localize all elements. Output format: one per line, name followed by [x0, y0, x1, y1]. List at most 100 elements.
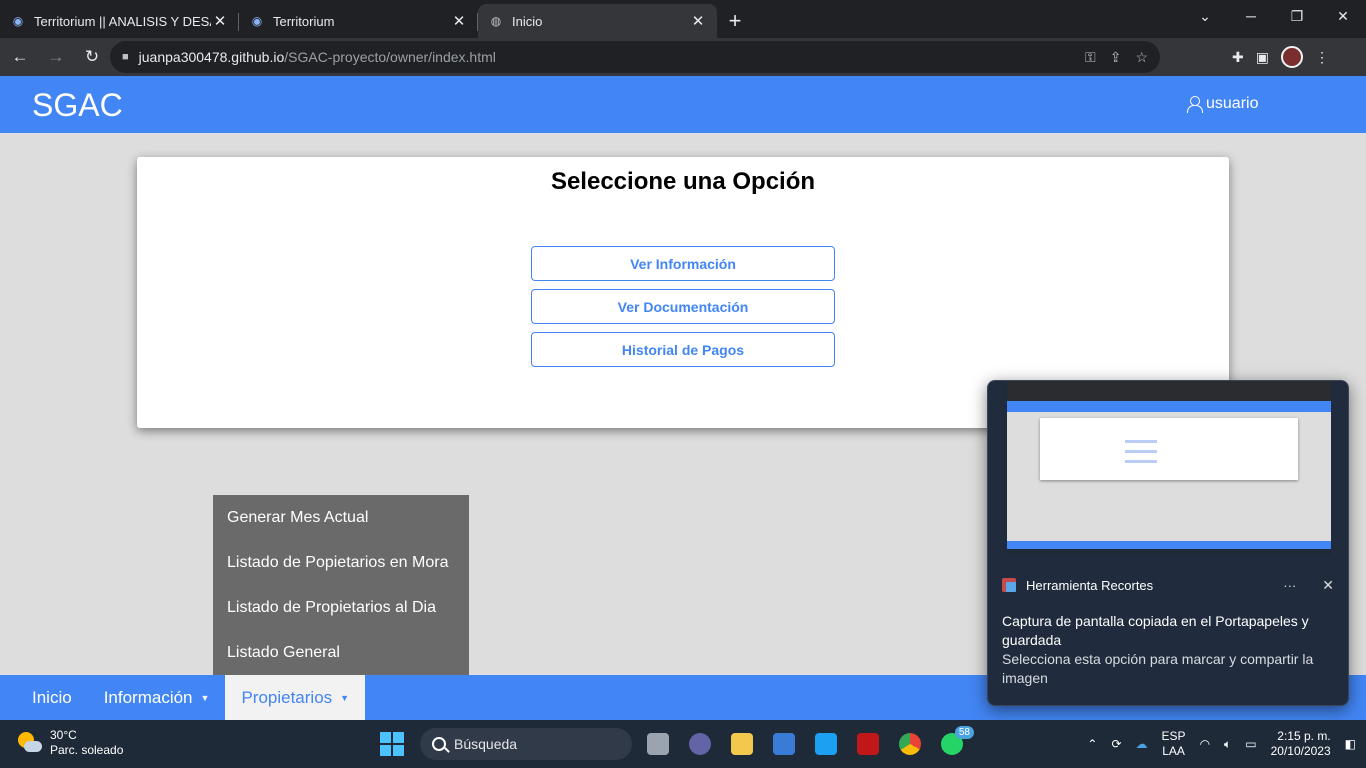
tab-territorium[interactable]: ◉ Territorium ✕ [239, 4, 478, 38]
weather-widget[interactable]: 30°C Parc. soleado [16, 728, 123, 758]
weather-icon [16, 730, 42, 756]
volume-icon[interactable]: 🔈︎ [1224, 737, 1231, 752]
store-icon[interactable] [768, 728, 800, 760]
tab-title: Inicio [512, 13, 543, 29]
more-options-icon[interactable]: ··· [1283, 578, 1296, 593]
lock-icon[interactable]: ■ [122, 51, 129, 63]
nav-propietarios[interactable]: Propietarios ▼ [225, 675, 366, 720]
wifi-icon[interactable]: ◠ [1200, 737, 1210, 751]
close-window-button[interactable]: ✕ [1320, 0, 1366, 32]
menu-item-general[interactable]: Listado General [213, 630, 469, 675]
menu-icon[interactable]: ⋮ [1315, 49, 1329, 66]
taskbar-search[interactable]: Búsqueda [420, 728, 632, 760]
sync-icon[interactable]: ⟳ [1111, 737, 1121, 751]
taskbar-apps: Búsqueda 58 [380, 720, 974, 768]
menu-item-generar-mes[interactable]: Generar Mes Actual [213, 495, 469, 540]
page-title: Seleccione una Opción [550, 168, 816, 195]
thumb-line [1125, 440, 1157, 443]
minimize-button[interactable]: ─ [1228, 0, 1274, 32]
user-menu[interactable]: usuario [1187, 95, 1258, 113]
user-icon [1187, 96, 1203, 113]
app-header: SGAC usuario [0, 76, 1366, 133]
clock[interactable]: 2:15 p. m. 20/10/2023 [1271, 729, 1331, 759]
close-icon[interactable]: ✕ [689, 12, 707, 30]
whatsapp-icon[interactable]: 58 [936, 726, 974, 760]
close-icon[interactable]: ✕ [450, 12, 468, 30]
nav-label: Inicio [32, 687, 72, 707]
windows-start-icon[interactable] [380, 732, 404, 756]
thumb-line [1125, 460, 1157, 463]
notification-badge: 58 [954, 726, 974, 739]
tab-territorium-analisis[interactable]: ◉ Territorium || ANALISIS Y DESARR ✕ [0, 4, 239, 38]
menu-item-mora[interactable]: Listado de Popietarios en Mora [213, 540, 469, 585]
file-explorer-icon[interactable] [726, 728, 758, 760]
weather-text: 30°C Parc. soleado [50, 728, 123, 758]
puzzle-icon[interactable]: ✚ [1232, 49, 1244, 66]
url-path: /SGAC-proyecto/owner/index.html [284, 49, 496, 65]
thumb-line [1125, 450, 1157, 453]
nav-inicio[interactable]: Inicio [0, 675, 88, 720]
chevron-up-icon[interactable]: ⌃ [1087, 737, 1097, 751]
star-icon[interactable]: ☆ [1135, 49, 1148, 66]
globe-icon: ◍ [490, 14, 502, 28]
thumb-nav [1007, 541, 1331, 549]
window-controls: ⌄ ─ ❐ ✕ [1182, 0, 1366, 32]
url-host: juanpa300478.github.io [138, 49, 285, 65]
toast-header: Herramienta Recortes ··· ✕ [1002, 576, 1334, 594]
ver-documentacion-button[interactable]: Ver Documentación [531, 289, 835, 324]
task-view-icon[interactable] [642, 728, 674, 760]
notification-icon[interactable]: ◧ [1345, 737, 1356, 751]
battery-icon[interactable]: ▭ [1245, 737, 1256, 751]
omnibox-actions: ⚿ ⇪ ☆ [1085, 41, 1148, 73]
back-button[interactable]: ← [4, 41, 36, 73]
ver-informacion-button[interactable]: Ver Información [531, 246, 835, 281]
menu-item-al-dia[interactable]: Listado de Propietarios al Dia [213, 585, 469, 630]
chrome-icon[interactable] [894, 728, 926, 760]
user-label: usuario [1206, 95, 1259, 112]
thumb-taskbar [1007, 549, 1331, 556]
lang-secondary: LAA [1162, 744, 1185, 758]
language-indicator[interactable]: ESP LAA [1162, 729, 1186, 759]
thumb-header [1007, 401, 1331, 412]
browser-chrome: ◉ Territorium || ANALISIS Y DESARR ✕ ◉ T… [0, 0, 1366, 76]
tab-inicio[interactable]: ◍ Inicio ✕ [478, 4, 717, 38]
teams-icon[interactable] [684, 728, 716, 760]
nav-label: Información [103, 687, 193, 707]
key-icon[interactable]: ⚿ [1085, 49, 1096, 66]
thumb-card [1040, 418, 1298, 480]
thumb-chrome [1007, 381, 1331, 401]
nav-informacion[interactable]: Información ▼ [88, 675, 226, 720]
snip-notification[interactable]: Herramienta Recortes ··· ✕ Captura de pa… [987, 380, 1349, 706]
eye-icon: ◉ [12, 14, 24, 28]
snipping-tool-icon [1002, 578, 1016, 592]
close-icon[interactable]: ✕ [1322, 577, 1334, 594]
toast-app-name: Herramienta Recortes [1026, 577, 1154, 593]
lang-primary: ESP [1161, 729, 1186, 743]
tab-strip: ◉ Territorium || ANALISIS Y DESARR ✕ ◉ T… [0, 0, 1366, 38]
tab-title: Territorium || ANALISIS Y DESARR [34, 13, 211, 29]
chevron-down-icon[interactable]: ⌄ [1182, 0, 1228, 32]
mcafee-icon[interactable] [852, 728, 884, 760]
close-icon[interactable]: ✕ [211, 12, 229, 30]
avatar[interactable] [1280, 46, 1303, 68]
temperature: 30°C [50, 728, 77, 742]
time: 2:15 p. m. [1277, 729, 1331, 743]
toast-sub-message: Selecciona esta opción para marcar y com… [1002, 651, 1314, 686]
new-tab-button[interactable]: + [717, 4, 753, 38]
side-panel-icon[interactable]: ▣ [1256, 49, 1269, 66]
historial-pagos-button[interactable]: Historial de Pagos [531, 332, 835, 367]
tab-title: Territorium [273, 13, 335, 29]
taskbar: 30°C Parc. soleado Búsqueda 58 ⌃ ⟳ ☁ ESP… [0, 720, 1366, 768]
nav-label: Propietarios [241, 687, 333, 707]
onedrive-icon[interactable]: ☁ [1136, 737, 1148, 751]
brand-logo[interactable]: SGAC [32, 87, 123, 124]
propietarios-dropdown: Generar Mes Actual Listado de Popietario… [213, 495, 469, 675]
reload-button[interactable]: ↻ [76, 41, 108, 73]
l-app-icon[interactable] [810, 728, 842, 760]
restore-button[interactable]: ❐ [1274, 0, 1320, 32]
share-icon[interactable]: ⇪ [1110, 49, 1122, 66]
screenshot-thumbnail[interactable] [1007, 381, 1331, 556]
address-bar[interactable]: ■ juanpa300478.github.io /SGAC-proyecto/… [110, 41, 1160, 73]
date: 20/10/2023 [1270, 744, 1331, 758]
forward-button[interactable]: → [40, 41, 72, 73]
